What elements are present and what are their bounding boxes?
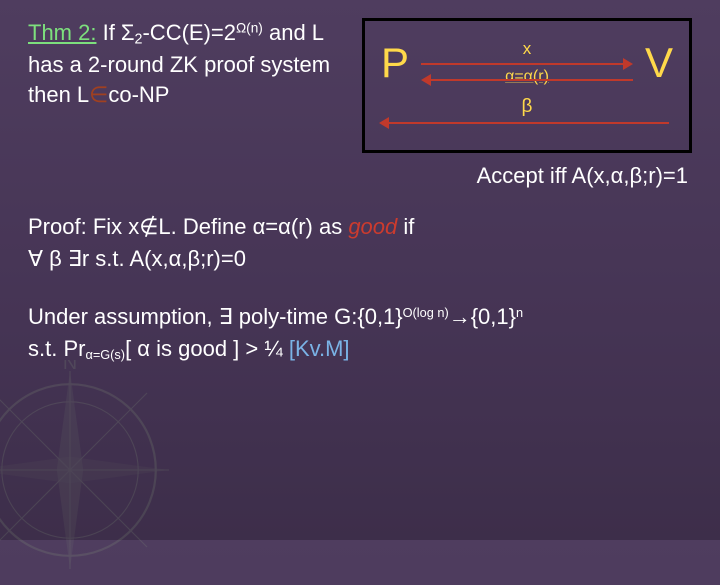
compass-watermark: N [0,360,180,580]
verifier-label: V [639,39,679,87]
accept-condition: Accept iff A(x,α,β;r)=1 [28,163,692,189]
assumption-block: Under assumption, ∃ poly-time G:{0,1}O(l… [28,301,692,365]
citation: [Kv.M] [289,336,350,361]
proof-prefix: Proof: [28,214,87,239]
arrow-left-icon [421,73,633,87]
prover-label: P [375,39,415,87]
arrow-left-long-icon [379,116,669,130]
input-x-label: x [523,39,532,59]
protocol-diagram: P x α=α(r) V β [362,18,692,153]
theorem-statement: Thm 2: If Σ2-CC(E)=2Ω(n) and L has a 2-r… [28,18,344,109]
proof-block: Proof: Fix x∉L. Define α=α(r) as good if… [28,211,692,275]
beta-message-label: β [522,96,533,118]
element-of-symbol: ∈ [89,82,108,107]
good-keyword: good [348,214,397,239]
theorem-label: Thm 2: [28,20,96,45]
